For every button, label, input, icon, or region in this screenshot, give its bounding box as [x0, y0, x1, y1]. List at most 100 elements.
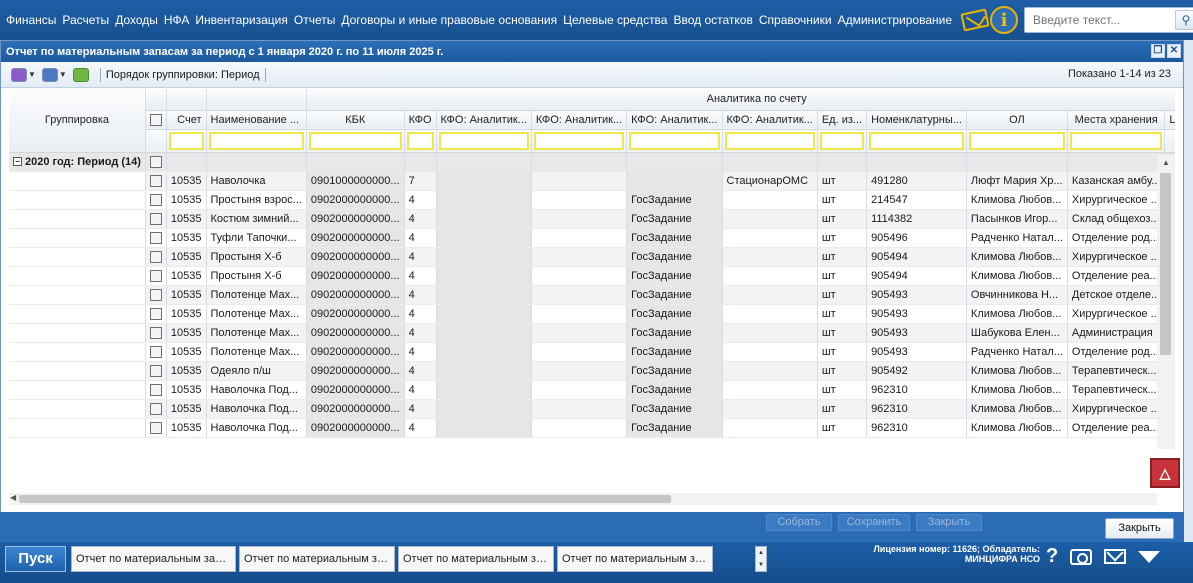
collapse-icon[interactable]: −	[13, 157, 22, 167]
column-header-6[interactable]: КФО: Аналитик...	[626, 110, 723, 130]
table-row[interactable]: 10535 Полотенце Мах... 0902000000000... 4 Го…	[9, 285, 1175, 305]
table-row[interactable]: 10535 Наволочка 0901000000000... 7 Стационар…	[9, 171, 1175, 191]
vertical-scrollbar[interactable]: ▲	[1157, 155, 1175, 449]
group-column-header[interactable]: Группировка	[9, 89, 146, 153]
table-row[interactable]: 10535 Простыня Х-б 0902000000000... 4 ГосЗад…	[9, 247, 1175, 267]
close-button[interactable]: Закрыть	[1105, 518, 1174, 539]
close-icon[interactable]: ✕	[1167, 44, 1181, 58]
menu-item-5[interactable]: Отчеты	[294, 13, 335, 27]
menu-item-0[interactable]: Финансы	[6, 13, 56, 27]
info-icon[interactable]: i	[990, 6, 1018, 34]
filter-input-0[interactable]	[168, 131, 204, 150]
table-row[interactable]: 10535 Простыня Х-б 0902000000000... 4 ГосЗад…	[9, 266, 1175, 286]
column-header-10[interactable]: ОЛ	[966, 110, 1068, 130]
search-icon[interactable]: ⚲	[1175, 10, 1193, 30]
row-checkbox[interactable]	[149, 421, 162, 434]
arrow-down-icon[interactable]	[1138, 550, 1161, 563]
print-button[interactable]: ▼	[41, 67, 67, 82]
task-tab-3[interactable]: Отчет по материальным запа...	[398, 546, 554, 572]
table-row[interactable]: 10535 Наволочка Под... 0902000000000... 4 Го…	[9, 399, 1175, 419]
table-row[interactable]: 10535 Туфли Тапочки... 0902000000000... 4 Го…	[9, 228, 1175, 248]
question-icon[interactable]: ?	[1046, 545, 1058, 568]
task-tab-4[interactable]: Отчет по материальным запа...	[557, 546, 713, 572]
scroll-up-icon[interactable]: ▲	[1162, 158, 1170, 167]
group-checkbox[interactable]	[149, 155, 162, 168]
envelope-icon[interactable]	[960, 8, 990, 32]
collapse-button[interactable]: Собрать	[766, 514, 832, 531]
table-row[interactable]: 10535 Наволочка Под... 0902000000000... 4 Го…	[9, 380, 1175, 400]
column-header-2[interactable]: КБК	[306, 110, 405, 130]
filter-input-1[interactable]	[208, 131, 304, 150]
table-row[interactable]: 10535 Простыня взрос... 0902000000000... 4 Г…	[9, 190, 1175, 210]
start-button[interactable]: Пуск	[5, 546, 66, 572]
filter-input-4[interactable]	[438, 131, 529, 150]
row-checkbox[interactable]	[149, 269, 162, 282]
row-checkbox[interactable]	[149, 402, 162, 415]
acrobat-icon[interactable]: △	[1150, 458, 1180, 488]
settings-button[interactable]: ▼	[11, 67, 36, 82]
menu-item-7[interactable]: Целевые средства	[563, 13, 667, 27]
table-row[interactable]: 10535 Полотенце Мах... 0902000000000... 4 Го…	[9, 304, 1175, 324]
menu-item-4[interactable]: Инвентаризация	[195, 13, 287, 27]
row-checkbox[interactable]	[149, 193, 162, 206]
column-header-11[interactable]: Места хранения	[1067, 110, 1166, 130]
filter-input-2[interactable]	[308, 131, 402, 150]
row-checkbox[interactable]	[149, 174, 162, 187]
column-header-9[interactable]: Номенклатурны...	[866, 110, 967, 130]
mail-icon[interactable]	[1104, 549, 1127, 564]
close-doc-button[interactable]: Закрыть	[916, 514, 982, 531]
column-header-0[interactable]: Счет	[166, 110, 207, 130]
column-header-7[interactable]: КФО: Аналитик...	[722, 110, 818, 130]
row-checkbox[interactable]	[149, 307, 162, 320]
task-tab-1[interactable]: Отчет по материальным запасам	[71, 546, 236, 572]
row-checkbox[interactable]	[149, 250, 162, 263]
row-checkbox[interactable]	[149, 364, 162, 377]
table-row[interactable]: 10535 Полотенце Мах... 0902000000000... 4 Го…	[9, 342, 1175, 362]
row-checkbox[interactable]	[149, 345, 162, 358]
column-header-4[interactable]: КФО: Аналитик...	[436, 110, 532, 130]
filter-input-3[interactable]	[406, 131, 434, 150]
group-order-value[interactable]: Период	[221, 69, 260, 81]
vertical-scroll-thumb[interactable]	[1160, 173, 1171, 355]
column-header-8[interactable]: Ед. из...	[817, 110, 868, 130]
row-checkbox[interactable]	[149, 326, 162, 339]
menu-item-9[interactable]: Справочники	[759, 13, 832, 27]
table-row[interactable]: 10535 Одеяло п/ш 0902000000000... 4 ГосЗадан…	[9, 361, 1175, 381]
menu-item-6[interactable]: Договоры и иные правовые основания	[341, 13, 557, 27]
horizontal-scroll-thumb[interactable]	[19, 495, 671, 503]
row-checkbox[interactable]	[149, 288, 162, 301]
filter-input-5[interactable]	[533, 131, 625, 150]
menu-item-8[interactable]: Ввод остатков	[673, 13, 752, 27]
filter-input-6[interactable]	[629, 131, 720, 150]
refresh-button[interactable]	[72, 67, 89, 82]
column-header-3[interactable]: КФО	[404, 110, 437, 130]
save-button[interactable]: Сохранить	[838, 514, 910, 531]
table-row[interactable]: 10535 Костюм зимний... 0902000000000... 4 Го…	[9, 209, 1175, 229]
column-header-1[interactable]: Наименование ...	[206, 110, 307, 130]
table-row[interactable]: 10535 Полотенце Мах... 0902000000000... 4 Го…	[9, 323, 1175, 343]
task-tab-2[interactable]: Отчет по материальным запа...	[239, 546, 395, 572]
row-checkbox[interactable]	[149, 212, 162, 225]
column-header-12[interactable]: Цена (	[1164, 110, 1175, 130]
column-header-5[interactable]: КФО: Аналитик...	[531, 110, 628, 130]
menu-item-3[interactable]: НФА	[164, 13, 190, 27]
horizontal-scrollbar[interactable]: ◀	[9, 493, 1157, 505]
filter-input-10[interactable]	[968, 131, 1065, 150]
row-checkbox[interactable]	[149, 383, 162, 396]
restore-icon[interactable]: ❐	[1151, 44, 1165, 58]
scroll-left-icon[interactable]: ◀	[10, 493, 16, 502]
menu-item-10[interactable]: Администрирование	[838, 13, 952, 27]
select-all-checkbox[interactable]	[145, 110, 167, 130]
group-row[interactable]: −2020 год: Период (14)	[9, 152, 1175, 172]
menu-item-2[interactable]: Доходы	[115, 13, 158, 27]
table-row[interactable]: 10535 Наволочка Под... 0902000000000... 4 Го…	[9, 418, 1175, 438]
camera-icon[interactable]	[1070, 548, 1093, 565]
filter-input-7[interactable]	[724, 131, 815, 150]
task-scroll[interactable]: ▲ ▼	[755, 546, 767, 572]
filter-input-11[interactable]	[1069, 131, 1163, 150]
filter-input-8[interactable]	[819, 131, 865, 150]
row-checkbox[interactable]	[149, 231, 162, 244]
menu-item-1[interactable]: Расчеты	[62, 13, 109, 27]
filter-input-9[interactable]	[869, 131, 964, 150]
search-input[interactable]	[1025, 13, 1175, 27]
